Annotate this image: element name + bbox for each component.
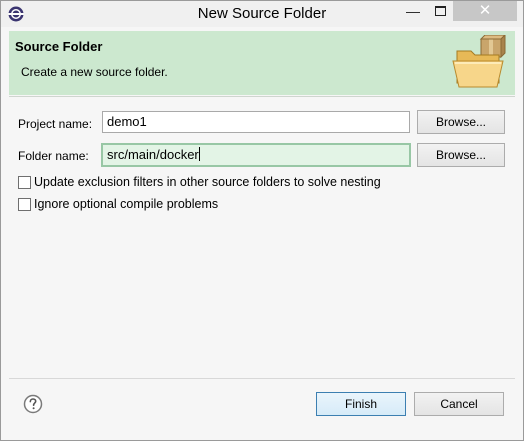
title-bar[interactable]: New Source Folder — ✕ [1,1,523,27]
project-name-label: Project name: [18,117,93,131]
cancel-button[interactable]: Cancel [414,392,504,416]
maximize-icon [435,6,446,16]
folder-name-label: Folder name: [18,149,89,163]
project-name-value: demo1 [107,114,147,129]
banner-description: Create a new source folder. [21,65,168,79]
update-exclusion-filters-label[interactable]: Update exclusion filters in other source… [34,175,381,189]
close-button[interactable]: ✕ [453,1,517,21]
ignore-compile-problems-checkbox[interactable] [18,198,31,211]
text-cursor [198,147,200,161]
finish-button[interactable]: Finish [316,392,406,416]
folder-name-input[interactable]: src/main/docker [101,143,411,167]
browse-project-button[interactable]: Browse... [417,110,505,134]
banner-title: Source Folder [15,39,103,54]
update-exclusion-filters-checkbox[interactable] [18,176,31,189]
browse-folder-button[interactable]: Browse... [417,143,505,167]
project-name-input[interactable]: demo1 [102,111,410,133]
ignore-compile-problems-label[interactable]: Ignore optional compile problems [34,197,218,211]
new-source-folder-dialog: New Source Folder — ✕ Source Folder Crea… [0,0,524,441]
footer-separator [9,378,515,379]
wizard-banner: Source Folder Create a new source folder… [9,31,515,95]
help-icon[interactable] [23,394,43,414]
minimize-button[interactable]: — [399,1,427,21]
folder-package-icon [452,35,506,88]
maximize-button[interactable] [427,1,453,21]
folder-name-value: src/main/docker [107,147,199,162]
form-area: Project name: demo1 Browse... Folder nam… [9,97,515,377]
